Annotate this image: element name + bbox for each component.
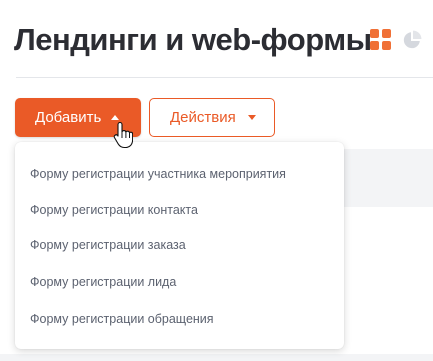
menu-item-contact-form[interactable]: Форму регистрации контакта bbox=[30, 198, 198, 222]
caret-down-icon bbox=[247, 115, 256, 120]
pie-chart-icon[interactable] bbox=[402, 30, 422, 50]
content-background-bottom bbox=[0, 354, 433, 361]
menu-item-event-participant-form[interactable]: Форму регистрации участника мероприятия bbox=[30, 162, 286, 186]
caret-up-icon bbox=[111, 115, 120, 120]
menu-item-lead-form[interactable]: Форму регистрации лида bbox=[30, 270, 176, 294]
actions-button-label: Действия bbox=[170, 109, 236, 126]
menu-item-order-form[interactable]: Форму регистрации заказа bbox=[30, 233, 186, 257]
view-switcher bbox=[370, 29, 422, 50]
add-button-label: Добавить bbox=[35, 109, 102, 126]
page-title: Лендинги и web-формы bbox=[14, 22, 372, 57]
actions-button[interactable]: Действия bbox=[149, 98, 275, 137]
header-divider bbox=[16, 77, 433, 78]
hand-cursor-icon bbox=[113, 121, 133, 149]
grid-view-icon[interactable] bbox=[370, 29, 391, 50]
menu-item-case-form[interactable]: Форму регистрации обращения bbox=[30, 307, 214, 331]
add-dropdown-menu: Форму регистрации участника мероприятия … bbox=[15, 142, 344, 349]
